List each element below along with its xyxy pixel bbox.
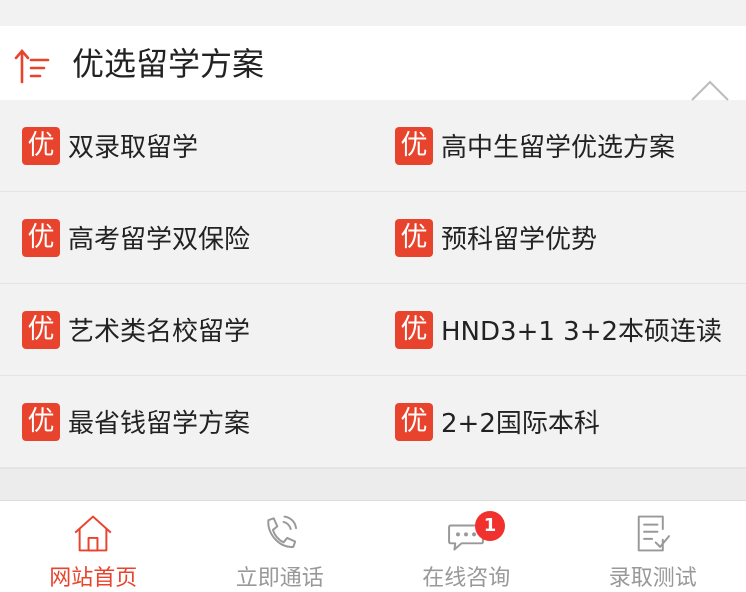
phone-icon: [267, 515, 297, 548]
content-gap: [0, 468, 746, 504]
bottom-tab-bar: 网站首页 立即通话 1 在线咨询 录取测试: [0, 500, 746, 592]
option-label: 2+2国际本科: [441, 409, 600, 439]
recommend-badge: 优: [395, 126, 433, 165]
tab-test[interactable]: 录取测试: [560, 501, 746, 592]
tab-call[interactable]: 立即通话: [187, 501, 374, 592]
tab-label: 在线咨询: [422, 566, 511, 591]
sort-icon: [14, 49, 50, 84]
options-grid: 优 双录取留学 优 高中生留学优选方案 优 高考留学双保险 优 预科留学优势 优…: [0, 100, 746, 468]
chevron-up-icon[interactable]: [690, 78, 730, 102]
option-row: 优 最省钱留学方案 优 2+2国际本科: [0, 376, 746, 468]
option-label: 预科留学优势: [441, 225, 598, 255]
option-label: 高中生留学优选方案: [441, 133, 676, 163]
recommend-badge: 优: [22, 218, 60, 257]
tab-label: 录取测试: [608, 566, 697, 591]
option-item[interactable]: 优 预科留学优势: [373, 192, 746, 283]
option-label: 最省钱留学方案: [68, 409, 251, 439]
checklist-icon: [637, 515, 670, 552]
option-item[interactable]: 优 高中生留学优选方案: [373, 100, 746, 191]
option-label: 艺术类名校留学: [68, 317, 251, 347]
tab-label: 立即通话: [235, 566, 324, 591]
recommend-badge: 优: [22, 402, 60, 441]
section-title: 优选留学方案: [72, 45, 265, 83]
recommend-badge: 优: [395, 402, 433, 441]
top-strip: [0, 0, 746, 26]
recommend-badge: 优: [395, 218, 433, 257]
option-item[interactable]: 优 艺术类名校留学: [0, 284, 373, 375]
option-item[interactable]: 优 双录取留学: [0, 100, 373, 191]
option-item[interactable]: 优 高考留学双保险: [0, 192, 373, 283]
option-row: 优 艺术类名校留学 优 HND3+1 3+2本硕连读: [0, 284, 746, 376]
recommend-badge: 优: [22, 126, 60, 165]
option-label: 高考留学双保险: [68, 225, 251, 255]
option-item[interactable]: 优 最省钱留学方案: [0, 376, 373, 467]
option-label: HND3+1 3+2本硕连读: [441, 317, 723, 347]
recommend-badge: 优: [395, 310, 433, 349]
notification-badge: 1: [475, 511, 505, 541]
option-item[interactable]: 优 2+2国际本科: [373, 376, 746, 467]
tab-chat[interactable]: 1 在线咨询: [373, 501, 560, 592]
option-row: 优 高考留学双保险 优 预科留学优势: [0, 192, 746, 284]
tab-home[interactable]: 网站首页: [0, 501, 187, 592]
option-row: 优 双录取留学 优 高中生留学优选方案: [0, 100, 746, 192]
home-icon: [74, 515, 112, 552]
tab-label: 网站首页: [49, 566, 138, 591]
recommend-badge: 优: [22, 310, 60, 349]
option-label: 双录取留学: [68, 133, 199, 163]
option-item[interactable]: 优 HND3+1 3+2本硕连读: [373, 284, 746, 375]
section-header[interactable]: 优选留学方案: [0, 26, 746, 102]
